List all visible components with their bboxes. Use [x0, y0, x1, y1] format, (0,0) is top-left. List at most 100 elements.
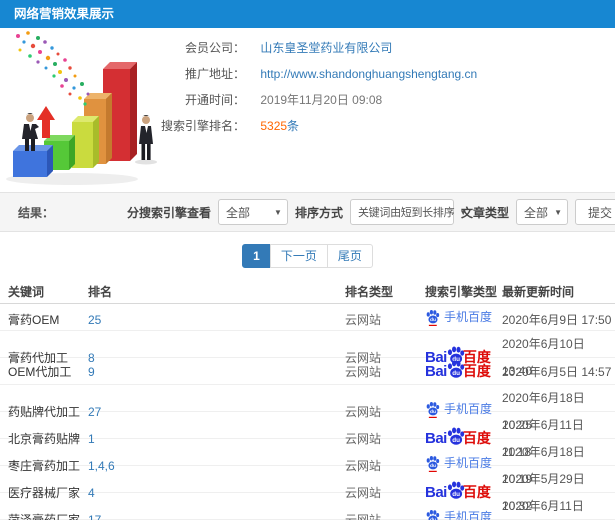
- mobile-baidu-badge: du 手机百度: [425, 450, 492, 477]
- promo-url-link[interactable]: http://www.shandonghuangshengtang.cn: [260, 67, 477, 81]
- keyword-cell: 医疗器械厂家: [8, 485, 81, 500]
- dropdown-arrow-icon: ▼: [554, 207, 562, 217]
- table-row: 膏药OEM 25 云网站 du 手机百度 2020年6月9日 17:50: [0, 304, 615, 331]
- rank-type-cell: 云网站: [345, 512, 382, 520]
- open-time-label: 开通时间：: [184, 93, 245, 107]
- engine-cell: du 手机百度: [425, 450, 502, 482]
- next-page-button[interactable]: 下一页: [269, 244, 328, 268]
- engine-cell: Bai du 百度: [425, 425, 502, 453]
- page-title: 网络营销效果展示: [0, 0, 615, 28]
- engine-rank-value: 5325条: [260, 119, 299, 133]
- article-type-value: 全部: [523, 205, 548, 220]
- member-company-link[interactable]: 山东皇圣堂药业有限公司: [260, 41, 392, 55]
- summary-section: 会员公司： 山东皇圣堂药业有限公司 推广地址： http://www.shand…: [0, 28, 615, 192]
- rank-type-cell: 云网站: [345, 458, 382, 473]
- updated-cell: 2020年6月9日 17:50: [502, 312, 612, 327]
- rank-unit: 条: [287, 119, 300, 133]
- keyword-cell: 药贴牌代加工: [8, 404, 81, 419]
- dropdown-arrow-icon: ▼: [274, 207, 282, 217]
- baidu-logo-cn: 百度: [462, 363, 491, 379]
- rank-link[interactable]: 17: [88, 507, 345, 520]
- svg-text:du: du: [452, 436, 460, 443]
- engine-cell: du 手机百度: [425, 504, 502, 520]
- submit-button[interactable]: 提交: [574, 199, 615, 225]
- member-company-row: 会员公司： 山东皇圣堂药业有限公司: [147, 40, 615, 56]
- keyword-cell: 菏泽膏药厂家: [8, 512, 81, 520]
- result-label: 结果：: [18, 205, 55, 220]
- col-rank-type: 排名类型: [345, 285, 394, 299]
- baidu-logo-cn: 百度: [462, 484, 491, 500]
- updated-cell: 2020年6月11日 11:40: [502, 499, 584, 513]
- rank-link[interactable]: 4: [88, 480, 345, 507]
- rank-type-cell: 云网站: [345, 312, 382, 327]
- rank-type-cell: 云网站: [345, 431, 382, 446]
- sort-label: 排序方式: [294, 205, 343, 220]
- engine-filter-select[interactable]: 全部 ▼: [217, 199, 288, 225]
- rank-link[interactable]: 1,4,6: [88, 453, 345, 480]
- article-type-label: 文章类型: [460, 205, 509, 220]
- baidu-paw-icon: du: [426, 510, 440, 520]
- col-rank: 排名: [88, 285, 113, 299]
- table-row: 膏药代加工 8 云网站 Bai du 百度 2020年6月10日 13:40: [0, 331, 615, 378]
- member-company-label: 会员公司：: [184, 41, 245, 55]
- engine-rank-label: 搜索引擎排名：: [160, 119, 245, 133]
- baidu-paw-icon: du: [426, 456, 440, 472]
- filter-controls: 分搜索引擎查看 全部 ▼ 排序方式 关键词由短到长排序 ▼ 文章类型 全部 ▼ …: [127, 199, 615, 225]
- sort-select[interactable]: 关键词由短到长排序 ▼: [349, 199, 467, 225]
- table-body: 膏药OEM 25 云网站 du 手机百度 2020年6月9日 17:50 膏药代…: [0, 304, 615, 520]
- open-time-row: 开通时间： 2019年11月20日 09:08: [147, 92, 615, 108]
- article-type-select[interactable]: 全部 ▼: [515, 199, 568, 225]
- mobile-baidu-label: 手机百度: [444, 402, 493, 416]
- svg-text:du: du: [430, 463, 436, 469]
- baidu-paw-icon: du: [426, 310, 440, 326]
- keyword-cell: OEM代加工: [8, 364, 72, 379]
- rank-count: 5325: [260, 119, 288, 133]
- rank-link[interactable]: 9: [88, 359, 345, 386]
- rank-link[interactable]: 27: [88, 399, 345, 426]
- svg-text:du: du: [452, 369, 460, 376]
- engine-rank-row: 搜索引擎排名： 5325条: [147, 118, 615, 134]
- pagination: 1 下一页 尾页: [0, 232, 615, 280]
- promo-url-row: 推广地址： http://www.shandonghuangshengtang.…: [147, 66, 615, 82]
- keyword-cell: 北京膏药贴牌: [8, 431, 81, 446]
- engine-cell: du 手机百度: [425, 396, 502, 428]
- mobile-baidu-label: 手机百度: [444, 456, 493, 470]
- table-row: 药贴牌代加工 27 云网站 du 手机百度 2020年6月18日 10:25: [0, 385, 615, 432]
- page-1-button[interactable]: 1: [242, 244, 271, 268]
- rank-type-cell: 云网站: [345, 404, 382, 419]
- mobile-baidu-badge: du 手机百度: [425, 396, 492, 423]
- open-time-value: 2019年11月20日 09:08: [260, 93, 383, 107]
- col-engine-type: 搜索引擎类型: [425, 285, 498, 299]
- table-header: 关键词 排名 排名类型 搜索引擎类型 最新更新时间: [0, 280, 615, 304]
- engine-cell: du 手机百度: [425, 304, 502, 336]
- mobile-baidu-badge: du 手机百度: [425, 304, 492, 331]
- promo-url-label: 推广地址：: [184, 67, 245, 81]
- baidu-logo-bai: Bai: [425, 430, 447, 447]
- baidu-logo-bai: Bai: [425, 484, 447, 501]
- col-updated: 最新更新时间: [502, 285, 575, 299]
- col-keyword: 关键词: [8, 285, 45, 299]
- svg-text:du: du: [430, 409, 436, 415]
- mobile-baidu-label: 手机百度: [444, 510, 493, 520]
- svg-text:du: du: [452, 490, 460, 497]
- baidu-logo-bai: Bai: [425, 363, 447, 380]
- baidu-logo: Bai du 百度: [425, 358, 491, 385]
- updated-cell: 2020年6月5日 14:57: [502, 364, 612, 379]
- engine-cell: Bai du 百度: [425, 479, 502, 507]
- engine-cell: Bai du 百度: [425, 358, 502, 386]
- sort-value: 关键词由短到长排序: [357, 207, 455, 219]
- mobile-baidu-badge: du 手机百度: [425, 504, 492, 520]
- rank-link[interactable]: 1: [88, 426, 345, 453]
- table-row: OEM代加工 9 云网站 Bai du 百度 2020年6月5日 14:57: [0, 358, 615, 385]
- rank-type-cell: 云网站: [345, 485, 382, 500]
- mobile-baidu-label: 手机百度: [444, 310, 493, 324]
- engine-filter-label: 分搜索引擎查看: [126, 205, 211, 220]
- last-page-button[interactable]: 尾页: [326, 244, 373, 268]
- rank-link[interactable]: 25: [88, 307, 345, 334]
- keyword-cell: 膏药OEM: [8, 312, 60, 327]
- engine-filter-value: 全部: [225, 205, 250, 220]
- rank-type-cell: 云网站: [345, 364, 382, 379]
- member-info: 会员公司： 山东皇圣堂药业有限公司 推广地址： http://www.shand…: [147, 28, 615, 192]
- baidu-paw-icon: du: [426, 402, 440, 418]
- baidu-logo: Bai du 百度: [425, 425, 491, 452]
